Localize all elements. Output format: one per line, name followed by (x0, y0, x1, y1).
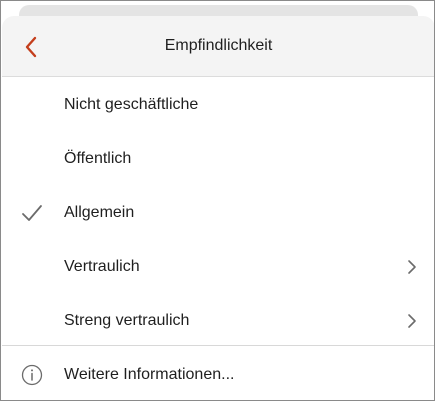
sensitivity-item-allgemein[interactable]: Allgemein (2, 186, 434, 240)
chevron-right-icon (408, 260, 416, 274)
item-label: Allgemein (64, 204, 135, 221)
sensitivity-list: Nicht geschäftliche Öffentlich Allgemein… (2, 78, 434, 348)
sensitivity-sheet: Empfindlichkeit Nicht geschäftliche Öffe… (2, 16, 434, 400)
sensitivity-item-nicht-geschaeftliche[interactable]: Nicht geschäftliche (2, 78, 434, 132)
sheet-header: Empfindlichkeit (2, 16, 434, 77)
divider (2, 345, 434, 346)
checkmark-icon (22, 205, 42, 221)
sensitivity-item-vertraulich[interactable]: Vertraulich (2, 240, 434, 294)
item-label: Öffentlich (64, 150, 132, 167)
sensitivity-item-oeffentlich[interactable]: Öffentlich (2, 132, 434, 186)
more-info-link[interactable]: Weitere Informationen... (2, 349, 434, 400)
chevron-right-icon (408, 314, 416, 328)
page-title: Empfindlichkeit (164, 37, 273, 54)
item-label: Nicht geschäftliche (64, 96, 199, 113)
info-icon (21, 364, 43, 386)
item-label: Vertraulich (64, 258, 140, 275)
more-info-label: Weitere Informationen... (64, 366, 235, 383)
item-label: Streng vertraulich (64, 312, 190, 329)
dialog-frame: Empfindlichkeit Nicht geschäftliche Öffe… (0, 0, 435, 401)
sensitivity-item-streng-vertraulich[interactable]: Streng vertraulich (2, 294, 434, 348)
